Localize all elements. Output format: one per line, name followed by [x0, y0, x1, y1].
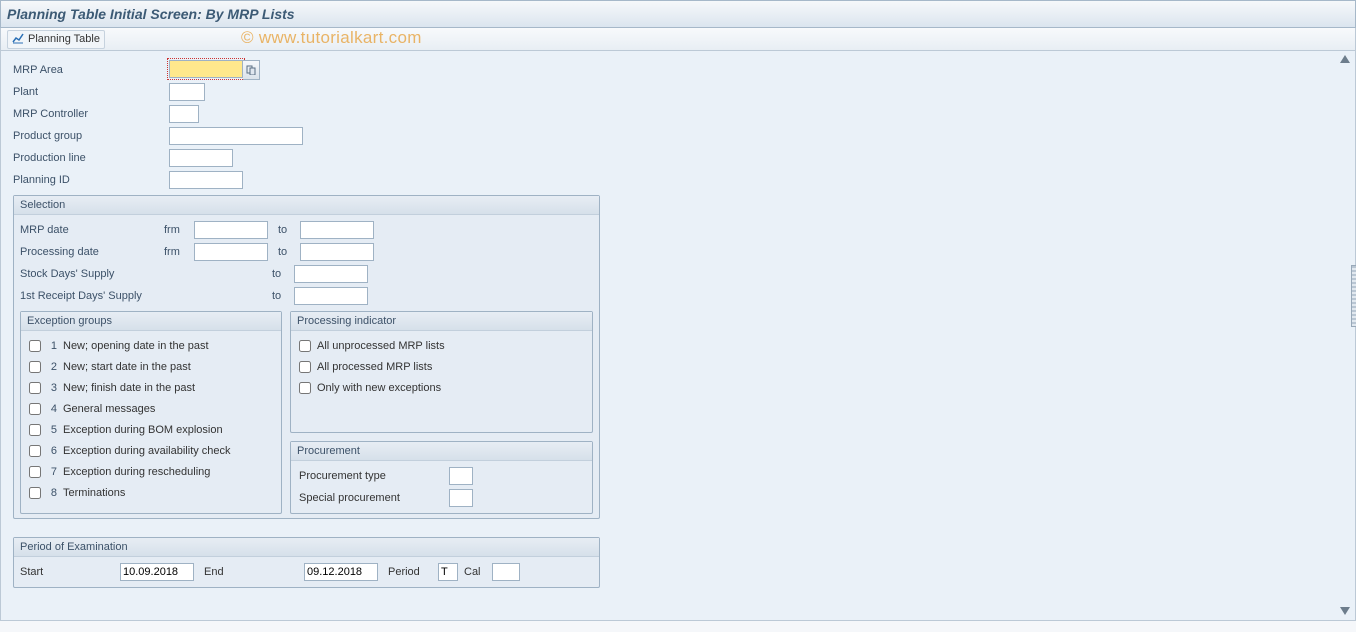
mrp-date-from-input[interactable]: [194, 221, 268, 239]
mrp-area-label: MRP Area: [13, 64, 169, 76]
processing-indicator-box: Processing indicator All unprocessed MRP…: [290, 311, 593, 433]
selection-group: Selection MRP date frm to Processing dat…: [13, 195, 600, 519]
cal-input[interactable]: [492, 563, 520, 581]
unprocessed-checkbox[interactable]: [299, 340, 311, 352]
exception-1-checkbox[interactable]: [29, 340, 41, 352]
first-receipt-to-input[interactable]: [294, 287, 368, 305]
procurement-type-label: Procurement type: [299, 470, 449, 482]
scroll-up-icon[interactable]: [1340, 55, 1350, 63]
procurement-title: Procurement: [291, 442, 592, 461]
period-exam-title: Period of Examination: [14, 538, 599, 557]
product-group-input[interactable]: [169, 127, 303, 145]
mrp-date-to-input[interactable]: [300, 221, 374, 239]
exception-3-checkbox[interactable]: [29, 382, 41, 394]
scroll-grip[interactable]: [1351, 265, 1356, 327]
procurement-type-input[interactable]: [449, 467, 473, 485]
header: Planning Table Initial Screen: By MRP Li…: [0, 0, 1356, 28]
to-label-4: to: [272, 290, 294, 302]
search-help-icon: [246, 65, 256, 75]
chart-icon: [12, 32, 24, 47]
exception-8-checkbox[interactable]: [29, 487, 41, 499]
exception-row: 3New; finish date in the past: [29, 377, 273, 398]
selection-title: Selection: [14, 196, 599, 215]
start-label: Start: [20, 566, 120, 578]
mrp-controller-input[interactable]: [169, 105, 199, 123]
special-procurement-input[interactable]: [449, 489, 473, 507]
exception-row: 2New; start date in the past: [29, 356, 273, 377]
production-line-label: Production line: [13, 152, 169, 164]
plant-label: Plant: [13, 86, 169, 98]
period-input[interactable]: [438, 563, 458, 581]
end-label: End: [204, 566, 304, 578]
period-label: Period: [388, 566, 438, 578]
from-label-2: frm: [164, 246, 194, 258]
exception-row: 5Exception during BOM explosion: [29, 419, 273, 440]
processing-indicator-title: Processing indicator: [291, 312, 592, 331]
exception-4-checkbox[interactable]: [29, 403, 41, 415]
period-exam-group: Period of Examination Start End Period C…: [13, 537, 600, 588]
from-label-1: frm: [164, 224, 194, 236]
exception-groups-title: Exception groups: [21, 312, 281, 331]
scroll-down-icon[interactable]: [1340, 607, 1350, 615]
to-label-3: to: [272, 268, 294, 280]
planning-table-label: Planning Table: [28, 33, 100, 45]
exception-row: 1New; opening date in the past: [29, 335, 273, 356]
exception-row: 6Exception during availability check: [29, 440, 273, 461]
to-label-2: to: [278, 246, 300, 258]
mrp-area-search-help[interactable]: [243, 60, 260, 80]
end-input[interactable]: [304, 563, 378, 581]
exception-groups-box: Exception groups 1New; opening date in t…: [20, 311, 282, 514]
new-exceptions-checkbox[interactable]: [299, 382, 311, 394]
toolbar: Planning Table © www.tutorialkart.com: [0, 28, 1356, 51]
stock-supply-label: Stock Days' Supply: [20, 268, 164, 280]
exception-row: 4General messages: [29, 398, 273, 419]
to-label-1: to: [278, 224, 300, 236]
exception-5-checkbox[interactable]: [29, 424, 41, 436]
product-group-label: Product group: [13, 130, 169, 142]
processing-date-to-input[interactable]: [300, 243, 374, 261]
scrollbar[interactable]: [1339, 55, 1351, 615]
mrp-area-input[interactable]: [169, 60, 243, 78]
planning-table-button[interactable]: Planning Table: [7, 30, 105, 49]
stock-supply-to-input[interactable]: [294, 265, 368, 283]
mrp-date-label: MRP date: [20, 224, 164, 236]
exception-row: 8Terminations: [29, 482, 273, 503]
processing-date-from-input[interactable]: [194, 243, 268, 261]
procurement-box: Procurement Procurement type Special pro…: [290, 441, 593, 514]
watermark: © www.tutorialkart.com: [241, 28, 422, 48]
first-receipt-label: 1st Receipt Days' Supply: [20, 290, 164, 302]
mrp-controller-label: MRP Controller: [13, 108, 169, 120]
plant-input[interactable]: [169, 83, 205, 101]
content: MRP Area Plant MRP Controller Product gr…: [0, 51, 1356, 621]
production-line-input[interactable]: [169, 149, 233, 167]
start-input[interactable]: [120, 563, 194, 581]
exception-6-checkbox[interactable]: [29, 445, 41, 457]
page-title: Planning Table Initial Screen: By MRP Li…: [7, 6, 295, 22]
exception-7-checkbox[interactable]: [29, 466, 41, 478]
exception-row: 7Exception during rescheduling: [29, 461, 273, 482]
special-procurement-label: Special procurement: [299, 492, 449, 504]
planning-id-input[interactable]: [169, 171, 243, 189]
exception-2-checkbox[interactable]: [29, 361, 41, 373]
processing-date-label: Processing date: [20, 246, 164, 258]
cal-label: Cal: [464, 566, 492, 578]
planning-id-label: Planning ID: [13, 174, 169, 186]
processed-checkbox[interactable]: [299, 361, 311, 373]
